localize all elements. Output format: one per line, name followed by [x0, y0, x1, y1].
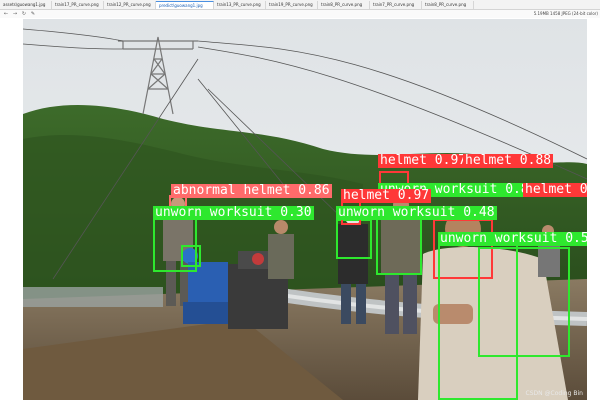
pen-icon[interactable]: ✎ — [30, 11, 36, 17]
detection-label: unworn worksuit 0.48 — [336, 205, 497, 220]
detection-box — [376, 217, 422, 275]
image-toolbar: ← → ↻ ✎ 5.19MB 1458 JPEG (24-bit color) — [0, 10, 600, 18]
tab-train8-pr-curve-2[interactable]: train8_PR_curve.png — [422, 0, 474, 9]
tab-train7-pr-curve[interactable]: train7_PR_curve.png — [370, 0, 422, 9]
forward-icon[interactable]: → — [12, 11, 18, 17]
tab-guowang-asset[interactable]: assets\guowang1.jpg — [0, 0, 52, 9]
detection-label: helmet 0.97 — [378, 153, 469, 168]
refresh-icon[interactable]: ↻ — [21, 11, 27, 17]
detection-label: helmet 0. — [523, 183, 587, 197]
tab-bar: assets\guowang1.jpg train17_PR_curve.png… — [0, 0, 600, 10]
detection-photo: helmet 0.97 helmet 0.88 abnormal helmet … — [23, 19, 587, 400]
detection-label: helmet 0.97 — [341, 188, 432, 203]
detection-box — [478, 247, 570, 357]
tab-predict-guowang[interactable]: predict\guowang1.jpg — [156, 0, 214, 9]
tab-train8-pr-curve[interactable]: train8_PR_curve.png — [318, 0, 370, 9]
tab-train19-pr-curve[interactable]: train19_PR_curve.png — [266, 0, 318, 9]
tab-train13-pr-curve[interactable]: train13_PR_curve.png — [214, 0, 266, 9]
tab-train17-pr-curve[interactable]: train17_PR_curve.png — [52, 0, 104, 9]
image-canvas[interactable]: helmet 0.97 helmet 0.88 abnormal helmet … — [0, 18, 600, 400]
watermark: CSDN @Coding Bin — [525, 390, 583, 397]
file-info: 5.19MB 1458 JPEG (24-bit color) — [533, 11, 598, 16]
detection-box — [181, 245, 201, 267]
machine-red-part — [252, 253, 264, 265]
detection-label: unworn worksuit 0.30 — [153, 205, 314, 220]
detection-box — [336, 219, 372, 259]
detection-label: abnormal helmet 0.86 — [171, 183, 332, 198]
detection-label: helmet 0.88 — [463, 153, 554, 168]
detection-label: unworn worksuit 0.5 — [438, 232, 587, 246]
back-icon[interactable]: ← — [3, 11, 9, 17]
fence — [23, 287, 163, 307]
tab-train12-pr-curve[interactable]: train12_PR_curve.png — [104, 0, 156, 9]
